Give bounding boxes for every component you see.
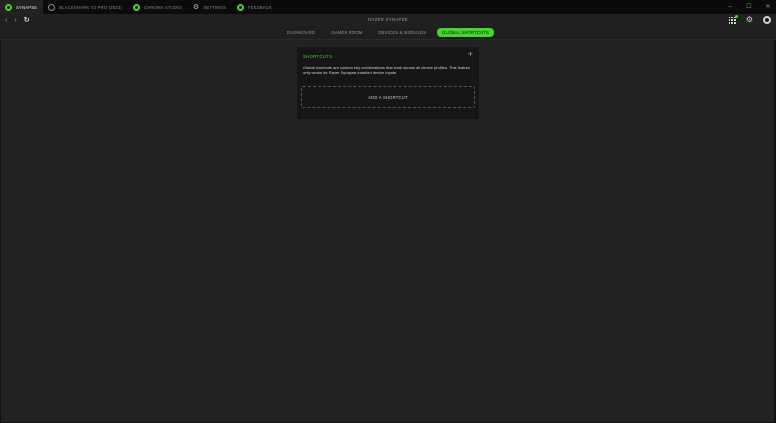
card-description: Global shortcuts are custom key combinat… bbox=[303, 65, 471, 75]
close-button[interactable]: ✕ bbox=[764, 0, 772, 14]
tab-label: FEEDBACK bbox=[247, 4, 273, 10]
tab-label: SETTINGS bbox=[203, 4, 226, 10]
app-tab-bar: SYNAPSE BLACKSHARK V2 PRO (2023) CHROMA … bbox=[0, 0, 776, 14]
gear-icon: ⚙ bbox=[192, 3, 200, 11]
razer-logo-icon bbox=[5, 3, 12, 11]
nav-bar: RAZER SYNAPSE ‹ › ↻ ⚙ bbox=[0, 14, 776, 26]
tab-feedback[interactable]: FEEDBACK bbox=[232, 0, 278, 14]
headset-icon bbox=[48, 3, 56, 11]
back-icon[interactable]: ‹ bbox=[5, 17, 7, 24]
tab-label: CHROMA STUDIO bbox=[143, 4, 182, 10]
feedback-icon bbox=[236, 3, 244, 11]
gear-icon[interactable]: ⚙ bbox=[746, 16, 753, 24]
chroma-icon bbox=[132, 3, 140, 11]
forward-icon[interactable]: › bbox=[14, 17, 16, 24]
add-shortcut-label: ADD A SHORTCUT bbox=[368, 94, 408, 100]
tab-settings[interactable]: ⚙ SETTINGS bbox=[188, 0, 232, 14]
tab-games-room[interactable]: GAMES ROOM bbox=[326, 28, 367, 37]
add-shortcut-button[interactable]: ADD A SHORTCUT bbox=[301, 86, 475, 108]
tab-synapse[interactable]: SYNAPSE bbox=[0, 0, 44, 14]
tab-dashboard[interactable]: DASHBOARD bbox=[282, 28, 320, 37]
card-title: SHORTCUTS bbox=[303, 54, 333, 59]
main-content: SHORTCUTS + Global shortcuts are custom … bbox=[1, 40, 774, 422]
tab-global-shortcuts[interactable]: GLOBAL SHORTCUTS bbox=[437, 28, 495, 37]
nav-right-icons: ⚙ bbox=[728, 14, 771, 26]
section-tabs: DASHBOARD GAMES ROOM DEVICES & MODULES G… bbox=[0, 26, 776, 40]
nav-controls: ‹ › ↻ bbox=[5, 14, 30, 26]
user-avatar-icon[interactable] bbox=[763, 16, 771, 24]
apps-grid-icon[interactable] bbox=[728, 14, 738, 24]
tab-label: SYNAPSE bbox=[16, 4, 38, 10]
shortcuts-card: SHORTCUTS + Global shortcuts are custom … bbox=[297, 47, 479, 119]
window-title: RAZER SYNAPSE bbox=[368, 17, 408, 22]
tab-devices-modules[interactable]: DEVICES & MODULES bbox=[374, 28, 432, 37]
maximize-button[interactable]: ☐ bbox=[745, 0, 753, 14]
tab-blackshark[interactable]: BLACKSHARK V2 PRO (2023) bbox=[43, 0, 128, 14]
notification-dot bbox=[734, 14, 738, 18]
tab-chroma-studio[interactable]: CHROMA STUDIO bbox=[128, 0, 188, 14]
minimize-button[interactable]: – bbox=[726, 0, 734, 14]
refresh-icon[interactable]: ↻ bbox=[24, 16, 30, 24]
window-controls: – ☐ ✕ bbox=[726, 0, 772, 14]
tab-label: BLACKSHARK V2 PRO (2023) bbox=[59, 4, 122, 10]
add-icon[interactable]: + bbox=[468, 50, 473, 59]
